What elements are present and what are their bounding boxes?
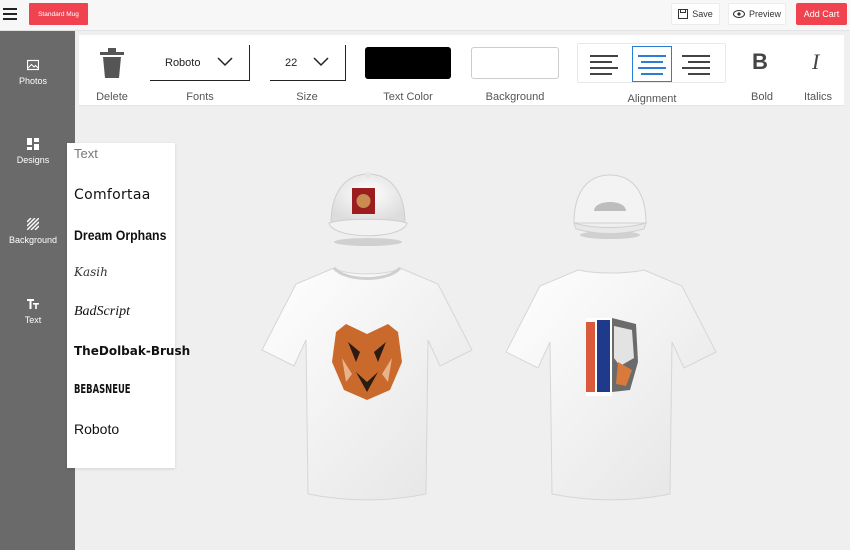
cap-back-image[interactable] [570, 171, 650, 241]
tshirt-front-image[interactable] [256, 262, 478, 502]
text-color-label: Text Color [383, 91, 433, 103]
font-select[interactable]: Roboto [150, 45, 250, 81]
tshirt-back-image[interactable] [500, 266, 722, 502]
align-left-button[interactable] [584, 46, 624, 82]
size-select-value: 22 [285, 56, 298, 69]
save-label: Save [692, 9, 713, 19]
italics-label: Italics [803, 91, 833, 103]
sidebar-item-label: Text [24, 315, 42, 325]
size-label: Size [296, 91, 318, 103]
text-toolbar: Delete Roboto Fonts 22 Size Text Color B… [79, 35, 844, 106]
savage-print [586, 318, 638, 396]
sidebar-item-text[interactable]: Text [0, 298, 66, 325]
font-option[interactable]: Comfortaa [74, 187, 151, 203]
background-color-swatch[interactable] [471, 47, 559, 79]
sidebar-item-background[interactable]: Background [0, 218, 66, 245]
align-center-icon [638, 55, 666, 75]
eye-icon [732, 10, 745, 18]
sidebar-item-photos[interactable]: Photos [0, 59, 66, 86]
save-button[interactable]: Save [671, 3, 720, 25]
font-option[interactable]: Kasih [74, 265, 108, 279]
font-select-value: Roboto [165, 56, 201, 69]
sidebar-item-label: Background [8, 235, 58, 245]
sidebar-item-label: Designs [16, 155, 50, 165]
align-left-icon [590, 55, 618, 75]
alignment-group [577, 43, 726, 83]
sidebar: Photos Designs Background Text [0, 31, 75, 550]
add-cart-button[interactable]: Add Cart [796, 3, 847, 25]
italic-button[interactable]: I [812, 49, 819, 75]
align-right-icon [682, 55, 710, 75]
align-center-button[interactable] [632, 46, 672, 82]
preview-label: Preview [748, 9, 781, 19]
font-panel-title: Text [74, 146, 98, 161]
stripes-icon [27, 218, 39, 230]
chevron-down-icon [313, 57, 329, 67]
sidebar-item-designs[interactable]: Designs [0, 138, 66, 165]
align-right-button[interactable] [676, 46, 716, 82]
trash-icon[interactable] [100, 48, 124, 78]
cap-front-image[interactable] [325, 168, 411, 248]
background-label: Background [485, 91, 545, 103]
font-option[interactable]: TheDolbak-Brush [74, 344, 190, 358]
text-icon [27, 299, 39, 309]
top-bar: Standard Mug Save Preview Add Cart [0, 0, 850, 31]
font-option[interactable]: Dream Orphans [74, 227, 166, 243]
font-dropdown-panel: Text Comfortaa Dream Orphans Kasih BadSc… [67, 143, 190, 468]
font-option[interactable]: BEBASNEUE [74, 382, 131, 396]
preview-button[interactable]: Preview [728, 3, 786, 25]
chevron-down-icon [217, 57, 233, 67]
fonts-label: Fonts [186, 91, 214, 103]
font-option[interactable]: BadScript [74, 304, 130, 320]
grid-icon [27, 138, 39, 150]
font-option[interactable]: Roboto [74, 421, 119, 437]
text-color-swatch[interactable] [365, 47, 451, 79]
save-icon [678, 9, 689, 19]
bold-label: Bold [750, 91, 774, 103]
delete-label: Delete [96, 91, 128, 103]
size-select[interactable]: 22 [270, 45, 346, 81]
menu-icon[interactable] [3, 8, 17, 20]
image-icon [27, 59, 39, 71]
bold-button[interactable]: B [752, 49, 768, 75]
sidebar-item-label: Photos [18, 76, 48, 86]
product-select-button[interactable]: Standard Mug [29, 3, 88, 25]
alignment-label: Alignment [627, 93, 677, 105]
